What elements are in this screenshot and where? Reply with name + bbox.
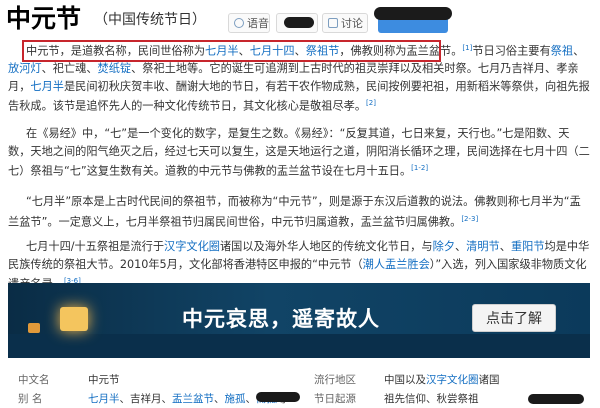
info-value: 中元节 xyxy=(88,374,120,386)
citation-link[interactable]: [1-2] xyxy=(411,164,428,172)
inline-link[interactable]: 七月半 xyxy=(30,80,64,93)
info-value: 祖先信仰、秋尝祭祖 xyxy=(384,391,479,408)
info-value: 中国以及汉字文化圈诸国 xyxy=(384,372,500,389)
citation-link[interactable]: [2-3] xyxy=(461,215,478,223)
headphone-icon xyxy=(234,18,244,28)
info-row: 中文名 中元节 流行地区 中国以及汉字文化圈诸国 xyxy=(8,372,590,389)
text-run: 节日习俗主要有 xyxy=(472,44,551,58)
citation-link[interactable]: [1] xyxy=(462,44,472,52)
text-run: 、 xyxy=(245,393,257,405)
info-label: 别 名 xyxy=(18,393,43,405)
inline-link[interactable]: 重阳节 xyxy=(511,240,545,253)
text-run: 祖先信仰、秋尝祭祖 xyxy=(384,393,479,405)
text-run: 是民间初秋庆贺丰收、酬谢大地的节日，有若干农作物成熟，民间按例要祀祖，用新稻米等… xyxy=(8,79,590,113)
water-surface xyxy=(8,334,590,358)
inline-link[interactable]: 焚纸锭 xyxy=(98,62,132,75)
inline-link[interactable]: 祭祖 xyxy=(551,45,573,58)
banner-text: 中元哀思，遥寄故人 xyxy=(182,307,380,331)
text-run: 、祀亡魂、 xyxy=(41,62,98,76)
redaction-scribble xyxy=(374,7,452,20)
info-label: 流行地区 xyxy=(314,374,356,386)
inline-link[interactable]: 放河灯 xyxy=(8,62,42,75)
text-run: 、 xyxy=(454,240,467,253)
text-run: 七月十四/十五祭祖是流行于 xyxy=(26,240,165,253)
info-label: 中文名 xyxy=(18,374,50,386)
redaction-scribble xyxy=(256,392,300,402)
discuss-button[interactable]: 讨论 xyxy=(322,13,368,33)
text-run: 、吉祥月、 xyxy=(119,393,173,405)
inline-link[interactable]: 除夕 xyxy=(433,240,455,253)
inline-link[interactable]: 汉字文化圈 xyxy=(164,240,220,253)
page-header: 中元节 （中国传统节日） 语音 讨论 xyxy=(6,4,596,34)
learn-more-button[interactable]: 点击了解 xyxy=(472,304,556,332)
text-run: 在《易经》中，“七”是一个变化的数字，是复生之数。《易经》：“反复其道，七日来复… xyxy=(8,127,590,178)
inline-link[interactable]: 汉字文化圈 xyxy=(426,374,479,386)
river-lantern-icon xyxy=(28,323,40,333)
voice-button[interactable]: 语音 xyxy=(228,13,270,33)
promo-banner[interactable]: 中元哀思，遥寄故人 点击了解 xyxy=(8,283,590,358)
citation-link[interactable]: [2] xyxy=(366,99,376,107)
text-run: 、 xyxy=(214,393,225,405)
text-run: 诸国 xyxy=(478,374,500,386)
text-run: 诸国以及海外华人地区的传统文化节日，与 xyxy=(219,240,433,253)
redaction-scribble xyxy=(528,394,584,404)
text-run: 、 xyxy=(499,240,511,253)
text-run: “七月半”原本是上古时代民间的祭祖节，而被称为“中元节”，则是源于东汉后道教的说… xyxy=(8,195,581,229)
text-run: 中国以及 xyxy=(384,374,426,386)
comment-icon xyxy=(328,18,338,28)
info-label: 节日起源 xyxy=(314,393,356,405)
paragraph-yijing: 在《易经》中，“七”是一个变化的数字，是复生之数。《易经》：“反复其道，七日来复… xyxy=(8,125,590,180)
redaction-scribble xyxy=(284,17,314,28)
page-title: 中元节 xyxy=(6,4,82,33)
inline-link[interactable]: 盂兰盆节 xyxy=(172,393,214,405)
river-lantern-icon xyxy=(60,307,88,331)
highlight-box xyxy=(22,40,441,62)
inline-link[interactable]: 施孤 xyxy=(225,393,246,405)
inline-link[interactable]: 七月半 xyxy=(88,393,120,405)
inline-link[interactable]: 潮人盂兰胜会 xyxy=(363,258,430,271)
page-subtitle: （中国传统节日） xyxy=(94,12,206,28)
paragraph-origin: “七月半”原本是上古时代民间的祭祖节，而被称为“中元节”，则是源于东汉后道教的说… xyxy=(8,193,590,231)
text-run: 、 xyxy=(573,44,585,58)
inline-link[interactable]: 清明节 xyxy=(466,240,500,253)
